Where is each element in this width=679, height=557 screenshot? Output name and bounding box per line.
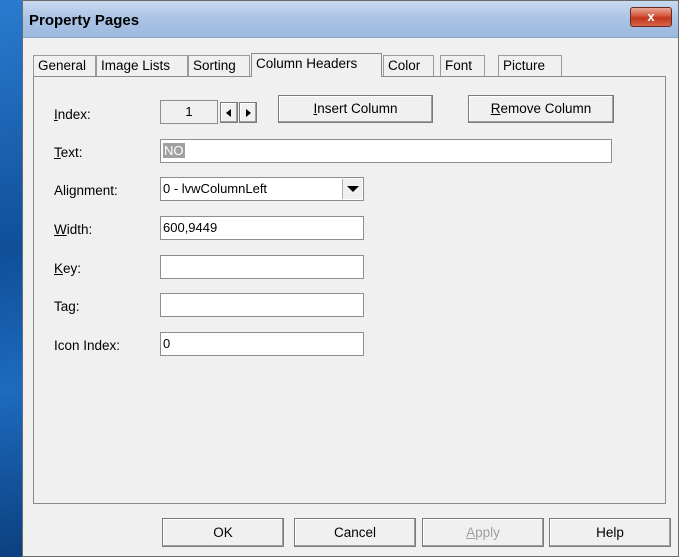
index-value[interactable]: 1	[160, 100, 218, 124]
tab-label: Font	[445, 58, 473, 73]
insert-column-button[interactable]: Insert Column	[278, 95, 433, 123]
icon-index-input[interactable]: 0	[160, 332, 364, 356]
chevron-down-icon	[347, 186, 359, 192]
index-next-button[interactable]	[239, 102, 257, 123]
ok-button[interactable]: OK	[162, 518, 284, 547]
tab-label: Picture	[503, 58, 546, 73]
dialog-client-area: General Image Lists Sorting Column Heade…	[23, 38, 678, 556]
alignment-select[interactable]: 0 - lvwColumnLeft	[160, 177, 364, 201]
tab-label: General	[38, 58, 87, 73]
tab-color[interactable]: Color	[383, 55, 434, 76]
arrow-left-icon	[226, 109, 231, 117]
tab-font[interactable]: Font	[440, 55, 485, 76]
index-prev-button[interactable]	[220, 102, 238, 123]
width-label: Width:	[54, 222, 93, 237]
icon-index-label: Icon Index:	[54, 338, 121, 353]
close-button[interactable]: x	[630, 7, 672, 27]
close-icon: x	[647, 9, 655, 24]
cancel-button[interactable]: Cancel	[294, 518, 416, 547]
tab-image-lists[interactable]: Image Lists	[96, 55, 188, 76]
tag-input[interactable]	[160, 293, 364, 317]
tab-label: Column Headers	[256, 56, 358, 71]
window-title: Property Pages	[29, 12, 140, 29]
tag-label: Tag:	[54, 299, 80, 314]
arrow-right-icon	[246, 109, 251, 117]
key-label: Key:	[54, 261, 82, 276]
property-pages-dialog: Property Pages x General Image Lists Sor…	[22, 0, 679, 557]
column-headers-panel: Index: 1 Insert Column Remove Column Tex…	[33, 76, 666, 504]
tab-label: Color	[388, 58, 421, 73]
tab-label: Image Lists	[101, 58, 171, 73]
index-label: Index:	[54, 107, 91, 122]
remove-column-button[interactable]: Remove Column	[468, 95, 614, 123]
tab-picture[interactable]: Picture	[498, 55, 562, 76]
key-input[interactable]	[160, 255, 364, 279]
text-label: Text:	[54, 145, 83, 160]
tab-general[interactable]: General	[33, 55, 96, 76]
text-input-value: NO	[163, 143, 185, 158]
tab-column-headers[interactable]: Column Headers	[251, 53, 382, 77]
alignment-label: Alignment:	[54, 183, 118, 198]
text-input[interactable]: NO	[160, 139, 612, 163]
alignment-selected-value: 0 - lvwColumnLeft	[163, 181, 268, 196]
help-button[interactable]: Help	[549, 518, 671, 547]
apply-button[interactable]: Apply	[422, 518, 544, 547]
desktop-background	[0, 0, 22, 557]
tab-label: Sorting	[193, 58, 236, 73]
title-bar[interactable]: Property Pages x	[23, 1, 678, 38]
width-input[interactable]: 600,9449	[160, 216, 364, 240]
alignment-dropdown-button[interactable]	[342, 179, 362, 199]
tab-sorting[interactable]: Sorting	[188, 55, 250, 76]
